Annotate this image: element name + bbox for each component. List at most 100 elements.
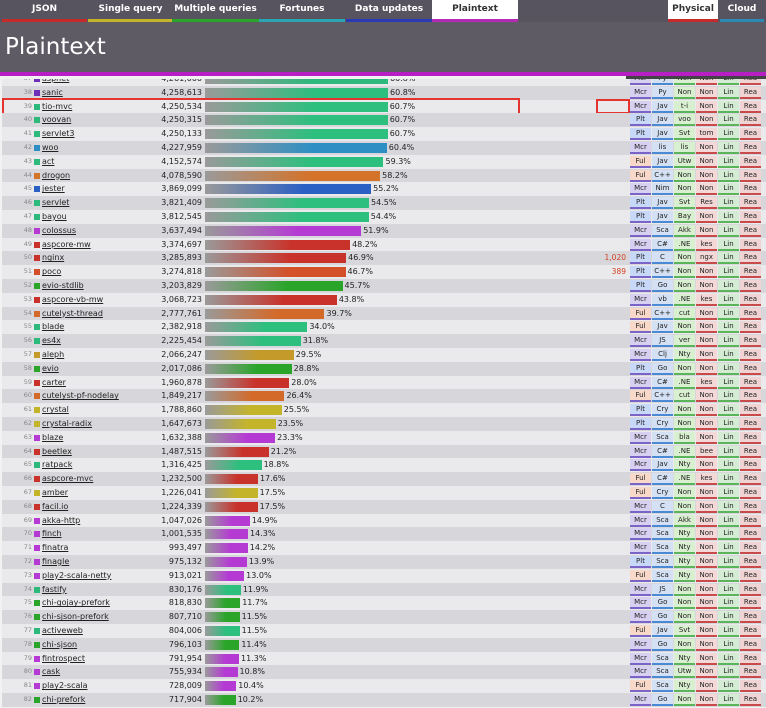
framework-link[interactable]: activeweb <box>42 624 83 638</box>
rps-value: 755,934 <box>168 667 202 677</box>
tab-plaintext[interactable]: Plaintext <box>432 0 518 22</box>
classification-cell: Non <box>674 362 695 375</box>
classification-cell: JS <box>652 335 673 348</box>
env-tab-physical[interactable]: Physical <box>668 0 718 22</box>
framework-link[interactable]: play2-scala-netty <box>42 569 111 583</box>
language-swatch <box>34 283 40 289</box>
result-bar <box>205 198 370 209</box>
tab-json-serialization[interactable]: JSON serialization <box>2 0 87 33</box>
classification-cell: Rea <box>740 500 761 513</box>
rps-value: 4,250,315 <box>161 115 202 125</box>
framework-link[interactable]: colossus <box>42 224 76 238</box>
classification-cell: Rea <box>740 142 761 154</box>
framework-link[interactable]: jester <box>42 182 65 196</box>
classification-cell: C# <box>652 238 673 251</box>
framework-link[interactable]: chi-sjson <box>42 638 77 652</box>
framework-link[interactable]: chi-prefork <box>42 693 85 707</box>
rps-value: 913,021 <box>168 570 202 580</box>
result-bar <box>205 170 381 181</box>
classification-cell: Sca <box>652 542 673 555</box>
percent-label: 10.2% <box>237 695 264 704</box>
classification-cell: Mcr <box>630 224 651 237</box>
classification-cell: .NE <box>674 473 695 486</box>
framework-link[interactable]: servlet <box>42 196 69 210</box>
framework-link[interactable]: servlet3 <box>42 127 74 141</box>
classification-cell: Mcr <box>630 100 651 113</box>
framework-link[interactable]: aspnet <box>42 79 69 86</box>
framework-link[interactable]: woo <box>42 141 58 155</box>
framework-link[interactable]: carter <box>42 376 66 390</box>
classification-cell: Mcr <box>630 514 651 527</box>
percent-label: 17.5% <box>259 488 286 497</box>
framework-link[interactable]: facil.io <box>42 500 68 514</box>
classification-cell: ver <box>674 335 695 348</box>
framework-link[interactable]: akka-http <box>42 514 80 528</box>
tab-data-updates[interactable]: Data updates <box>346 0 432 22</box>
percent-label: 43.8% <box>338 294 365 304</box>
framework-link[interactable]: evio-stdlib <box>42 279 84 293</box>
framework-link[interactable]: aleph <box>42 348 64 362</box>
result-bar <box>205 460 262 471</box>
tab-single-query[interactable]: Single query <box>88 0 173 22</box>
framework-link[interactable]: poco <box>42 265 61 279</box>
classification-cell: Non <box>696 404 717 417</box>
framework-link[interactable]: blade <box>42 320 64 334</box>
table-row: 45 jester 3,869,099 55.2% Mcr Nim Non Non Lin Rea <box>2 182 766 197</box>
framework-link[interactable]: blaze <box>42 431 63 445</box>
language-swatch <box>34 379 40 386</box>
classification-cell: Rea <box>740 445 761 458</box>
result-bar <box>205 350 294 360</box>
percent-label: 28.0% <box>291 377 317 387</box>
rank-cell: 68 <box>23 501 32 510</box>
framework-link[interactable]: nginx <box>42 251 64 265</box>
framework-link[interactable]: aspcore-mvc <box>42 472 93 486</box>
framework-link[interactable]: cask <box>42 665 60 679</box>
rank-cell: 69 <box>23 515 32 524</box>
classification-cell: Lin <box>718 418 739 430</box>
framework-link[interactable]: crystal-radix <box>42 417 92 431</box>
rank-cell: 58 <box>23 363 32 372</box>
framework-link[interactable]: aspcore-vb-mw <box>42 293 103 307</box>
result-bar <box>205 212 369 222</box>
framework-link[interactable]: chi-gojay-prefork <box>42 596 110 610</box>
framework-link[interactable]: cutelyst-thread <box>42 307 103 321</box>
framework-link[interactable]: act <box>42 155 54 169</box>
language-swatch <box>34 628 40 634</box>
framework-link[interactable]: finatra <box>42 541 68 555</box>
framework-link[interactable]: amber <box>42 486 68 500</box>
framework-link[interactable]: voovan <box>42 113 71 127</box>
framework-link[interactable]: es4x <box>42 334 61 348</box>
tab-fortunes[interactable]: Fortunes <box>259 0 345 22</box>
classification-cell: Lin <box>718 652 739 665</box>
framework-link[interactable]: play2-scala <box>42 679 88 693</box>
framework-link[interactable]: finagle <box>42 555 69 569</box>
rank-cell: 61 <box>23 405 32 414</box>
classification-cell: Utw <box>674 666 695 679</box>
language-swatch <box>34 158 40 165</box>
language-swatch <box>34 669 40 676</box>
framework-link[interactable]: bayou <box>42 210 67 224</box>
framework-link[interactable]: evio <box>42 362 59 376</box>
env-tab-cloud[interactable]: Cloud <box>720 0 764 22</box>
framework-link[interactable]: crystal <box>42 403 69 417</box>
tab-multiple-queries[interactable]: Multiple queries <box>172 0 259 22</box>
framework-link[interactable]: drogon <box>42 169 70 183</box>
framework-link[interactable]: finch <box>42 527 62 541</box>
framework-link[interactable]: beetlex <box>42 445 72 459</box>
classification-cell: Rea <box>740 652 761 665</box>
framework-link[interactable]: ratpack <box>42 458 72 472</box>
framework-link[interactable]: fastify <box>42 583 67 597</box>
framework-link[interactable]: chi-sjson-prefork <box>42 610 109 624</box>
percent-label: 10.4% <box>238 681 264 691</box>
classification-cell: Lin <box>718 583 739 596</box>
language-swatch <box>34 421 40 427</box>
classification-cell: Go <box>652 362 673 375</box>
classification-cell: Lin <box>718 514 739 527</box>
percent-label: 54.5% <box>371 198 397 208</box>
framework-link[interactable]: aspcore-mw <box>42 238 91 252</box>
classification-cell: Lin <box>718 266 739 279</box>
result-bar <box>205 667 238 678</box>
framework-link[interactable]: fintrospect <box>42 652 85 666</box>
table-row: 37aspnet4,261,00060.8%McrPyNonNonLinRea <box>2 79 766 86</box>
classification-cell: Rea <box>740 390 761 403</box>
